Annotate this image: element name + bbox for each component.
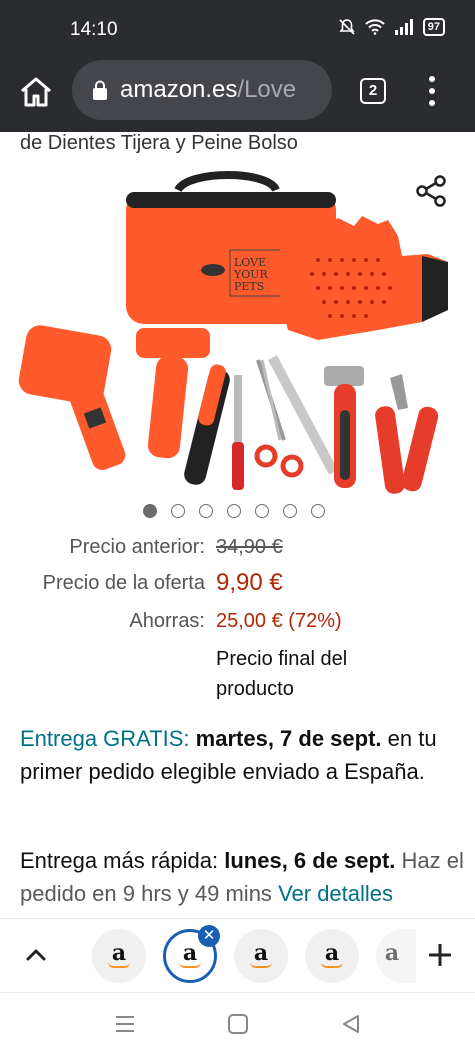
menu-icon[interactable] [114,1013,136,1035]
carousel-dot[interactable] [171,504,185,518]
tab-strip: a a ✕ a a a [0,918,475,992]
page-content: de Dientes Tijera y Peine Bolso LOVE YOU… [0,132,475,918]
free-delivery-label[interactable]: Entrega GRATIS: [20,726,190,751]
carousel-dot[interactable] [227,504,241,518]
product-title: de Dientes Tijera y Peine Bolso [20,132,298,154]
deal-price: 9,90 € [216,569,283,596]
fast-delivery-label: Entrega más rápida: [20,848,219,873]
url-path: /Love [237,76,297,103]
free-delivery-info: Entrega GRATIS: martes, 7 de sept. en tu… [20,722,460,788]
home-icon[interactable] [18,74,54,110]
system-nav-bar [0,992,475,1056]
tab-switcher-button[interactable]: 2 [360,78,386,104]
close-tab-icon[interactable]: ✕ [198,925,220,947]
status-bar: 14:10 97 [0,0,475,58]
savings-value: 25,00 € (72%) [216,610,342,632]
fast-delivery-date: lunes, 6 de sept. [224,848,396,873]
tab-thumbnail[interactable]: a [305,929,359,983]
tab-thumbnail[interactable]: a [234,929,288,983]
status-time: 14:10 [70,19,118,40]
browser-toolbar: amazon.es/Love 2 [0,58,475,132]
svg-text:PETS: PETS [234,280,264,293]
tab-thumbnail[interactable]: a [92,929,146,983]
carousel-dot[interactable] [311,504,325,518]
carousel-dot[interactable] [283,504,297,518]
chevron-up-icon[interactable] [24,943,48,967]
signal-icon [394,19,413,35]
tab-thumbnail[interactable]: a [376,929,416,983]
product-image[interactable]: LOVE YOUR PETS [18,170,450,504]
carousel-dot[interactable] [143,504,157,518]
mute-bell-icon [339,19,355,35]
amazon-icon: a [384,940,400,966]
final-price-note: Precio final del producto [216,648,348,700]
deal-price-label: Precio de la oferta [42,572,205,594]
wifi-icon [365,19,385,35]
carousel-dot[interactable] [199,504,213,518]
battery-icon: 97 [422,18,445,36]
carousel-dot[interactable] [255,504,269,518]
savings-label: Ahorras: [129,610,205,632]
address-bar[interactable]: amazon.es/Love [72,60,332,120]
status-icons: 97 [338,18,445,36]
home-square-icon[interactable] [227,1013,249,1035]
slicker-brush [18,325,126,470]
nail-clipper [375,374,439,494]
details-link[interactable]: Ver detalles [278,881,393,906]
lock-icon [93,80,107,100]
nail-file [232,375,244,490]
was-price: 34,90 € [216,536,283,558]
fast-delivery-info: Entrega más rápida: lunes, 6 de sept. Ha… [20,844,470,910]
carousel-indicator [143,504,325,518]
url-domain: amazon.es [120,76,238,103]
new-tab-plus-icon[interactable] [424,939,456,971]
back-triangle-icon[interactable] [340,1013,362,1035]
more-menu-icon[interactable] [420,74,444,108]
free-delivery-date: martes, 7 de sept. [195,726,382,751]
was-price-label: Precio anterior: [69,536,205,558]
small-brush [184,364,230,485]
